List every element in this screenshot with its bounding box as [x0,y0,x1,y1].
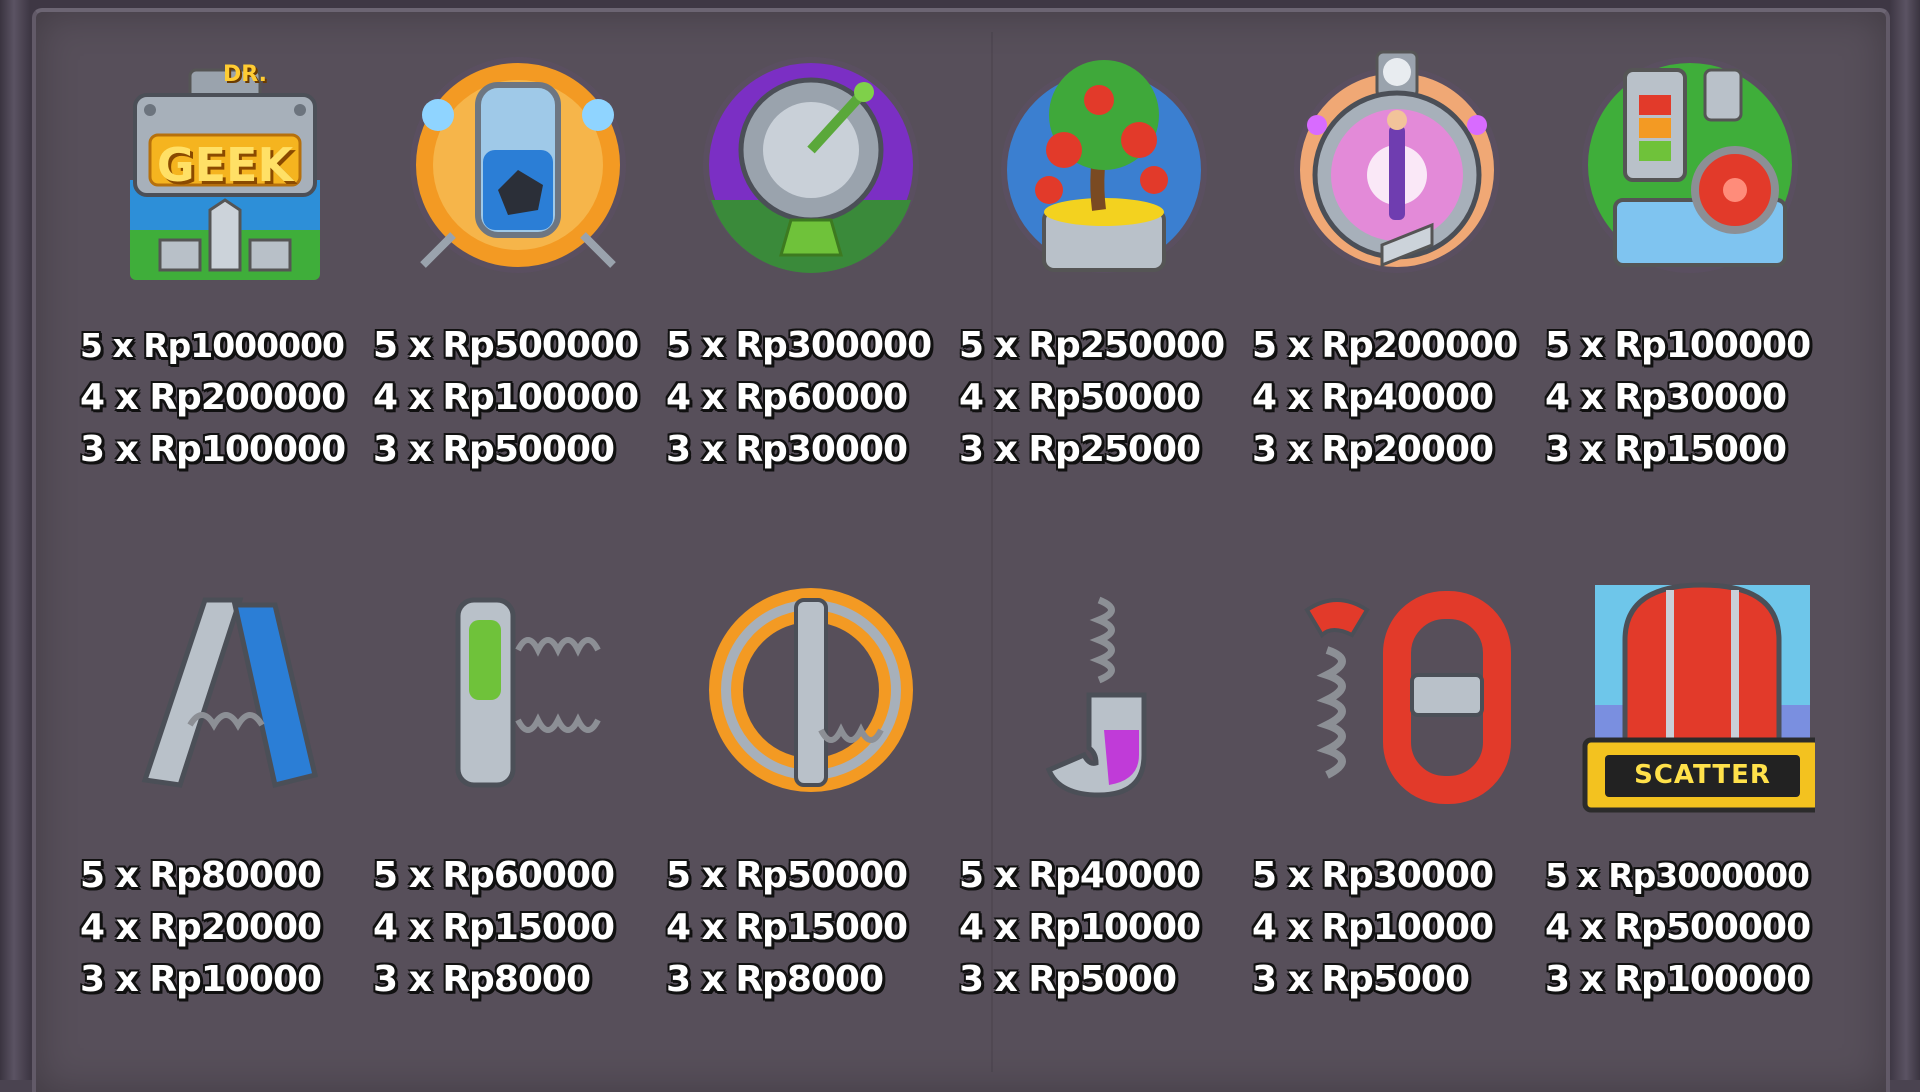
pay-3-of-a-kind: 3 x Rp5000 [959,959,1177,1000]
symbol-tomato-plant: 5 x Rp250000 4 x Rp50000 3 x Rp25000 [959,40,1249,520]
letter-j-icon [1045,596,1147,798]
symbol-specimen-jar: 5 x Rp500000 4 x Rp100000 3 x Rp50000 [373,40,663,520]
paytable-values: 5 x Rp30000 4 x Rp10000 3 x Rp5000 [1252,850,1542,1006]
specimen-jar-icon [410,57,626,273]
pay-4-of-a-kind: 4 x Rp40000 [1252,377,1494,418]
pay-3-of-a-kind: 3 x Rp8000 [666,959,884,1000]
symbol-dr-geek: DR. GEEK 5 x Rp1000000 4 x Rp200000 3 x … [80,40,370,520]
paytable-values: 5 x Rp40000 4 x Rp10000 3 x Rp5000 [959,850,1249,1006]
pay-4-of-a-kind: 4 x Rp10000 [1252,907,1494,948]
paytable-values: 5 x Rp200000 4 x Rp40000 3 x Rp20000 [1252,320,1542,476]
battery-machine-icon [1582,57,1798,273]
symbol-letter-j: 5 x Rp40000 4 x Rp10000 3 x Rp5000 [959,580,1249,1060]
pay-5-of-a-kind: 5 x Rp500000 [373,325,639,366]
tomato-plant-icon [1001,60,1207,273]
paytable-values: 5 x Rp60000 4 x Rp15000 3 x Rp8000 [373,850,663,1006]
paytable-values: 5 x Rp80000 4 x Rp20000 3 x Rp10000 [80,850,370,1006]
symbol-satellite-dish: 5 x Rp300000 4 x Rp60000 3 x Rp30000 [666,40,956,520]
pay-5-of-a-kind: 5 x Rp80000 [80,855,322,896]
pay-4-of-a-kind: 4 x Rp10000 [959,907,1201,948]
pay-3-of-a-kind: 3 x Rp100000 [80,429,346,470]
pay-4-of-a-kind: 4 x Rp15000 [373,907,615,948]
pay-5-of-a-kind: 5 x Rp3000000 [1545,856,1810,895]
pay-3-of-a-kind: 3 x Rp15000 [1545,429,1787,470]
scatter-label: SCATTER [1634,760,1771,790]
symbol-letter-q: 5 x Rp50000 4 x Rp15000 3 x Rp8000 [666,580,956,1060]
paytable-values: 5 x Rp3000000 4 x Rp500000 3 x Rp100000 [1545,850,1835,1006]
pay-4-of-a-kind: 4 x Rp30000 [1545,377,1787,418]
symbol-teleporter: 5 x Rp200000 4 x Rp40000 3 x Rp20000 [1252,40,1542,520]
pay-5-of-a-kind: 5 x Rp100000 [1545,325,1811,366]
paytable-values: 5 x Rp50000 4 x Rp15000 3 x Rp8000 [666,850,956,1006]
symbol-number-10: 5 x Rp30000 4 x Rp10000 3 x Rp5000 [1252,580,1542,1060]
pay-3-of-a-kind: 3 x Rp8000 [373,959,591,1000]
pay-4-of-a-kind: 4 x Rp200000 [80,377,346,418]
pay-4-of-a-kind: 4 x Rp100000 [373,377,639,418]
symbol-battery-machine: 5 x Rp100000 4 x Rp30000 3 x Rp15000 [1545,40,1835,520]
symbol-scatter: SCATTER 5 x Rp3000000 4 x Rp500000 3 x R… [1545,580,1835,1060]
pay-3-of-a-kind: 3 x Rp100000 [1545,959,1811,1000]
pay-3-of-a-kind: 3 x Rp25000 [959,429,1201,470]
symbol-letter-k: 5 x Rp60000 4 x Rp15000 3 x Rp8000 [373,580,663,1060]
pay-3-of-a-kind: 3 x Rp5000 [1252,959,1470,1000]
number-10-icon [1304,591,1511,804]
pay-5-of-a-kind: 5 x Rp30000 [1252,855,1494,896]
pay-4-of-a-kind: 4 x Rp15000 [666,907,908,948]
pay-4-of-a-kind: 4 x Rp50000 [959,377,1201,418]
pay-4-of-a-kind: 4 x Rp500000 [1545,907,1811,948]
letter-q-icon [709,588,913,792]
paytable-values: 5 x Rp500000 4 x Rp100000 3 x Rp50000 [373,320,663,476]
letter-a-icon [141,597,318,789]
pay-5-of-a-kind: 5 x Rp60000 [373,855,615,896]
teleporter-icon [1294,50,1500,273]
pay-5-of-a-kind: 5 x Rp40000 [959,855,1201,896]
pay-4-of-a-kind: 4 x Rp20000 [80,907,322,948]
letter-k-icon [455,597,601,788]
pay-3-of-a-kind: 3 x Rp20000 [1252,429,1494,470]
pay-5-of-a-kind: 5 x Rp200000 [1252,325,1518,366]
scatter-alarm-icon [1582,582,1815,813]
pay-3-of-a-kind: 3 x Rp30000 [666,429,908,470]
symbol-letter-a: 5 x Rp80000 4 x Rp20000 3 x Rp10000 [80,580,370,1060]
geek-label: GEEK [156,138,294,192]
satellite-dish-icon [703,57,919,273]
pay-5-of-a-kind: 5 x Rp1000000 [80,326,345,365]
paytable-values: 5 x Rp1000000 4 x Rp200000 3 x Rp100000 [80,320,370,476]
pay-3-of-a-kind: 3 x Rp50000 [373,429,615,470]
dr-label: DR. [223,62,267,87]
pay-4-of-a-kind: 4 x Rp60000 [666,377,908,418]
paytable-values: 5 x Rp300000 4 x Rp60000 3 x Rp30000 [666,320,956,476]
paytable-values: 5 x Rp250000 4 x Rp50000 3 x Rp25000 [959,320,1249,476]
pay-5-of-a-kind: 5 x Rp300000 [666,325,932,366]
paytable-values: 5 x Rp100000 4 x Rp30000 3 x Rp15000 [1545,320,1835,476]
pay-5-of-a-kind: 5 x Rp50000 [666,855,908,896]
pay-3-of-a-kind: 3 x Rp10000 [80,959,322,1000]
pay-5-of-a-kind: 5 x Rp250000 [959,325,1225,366]
